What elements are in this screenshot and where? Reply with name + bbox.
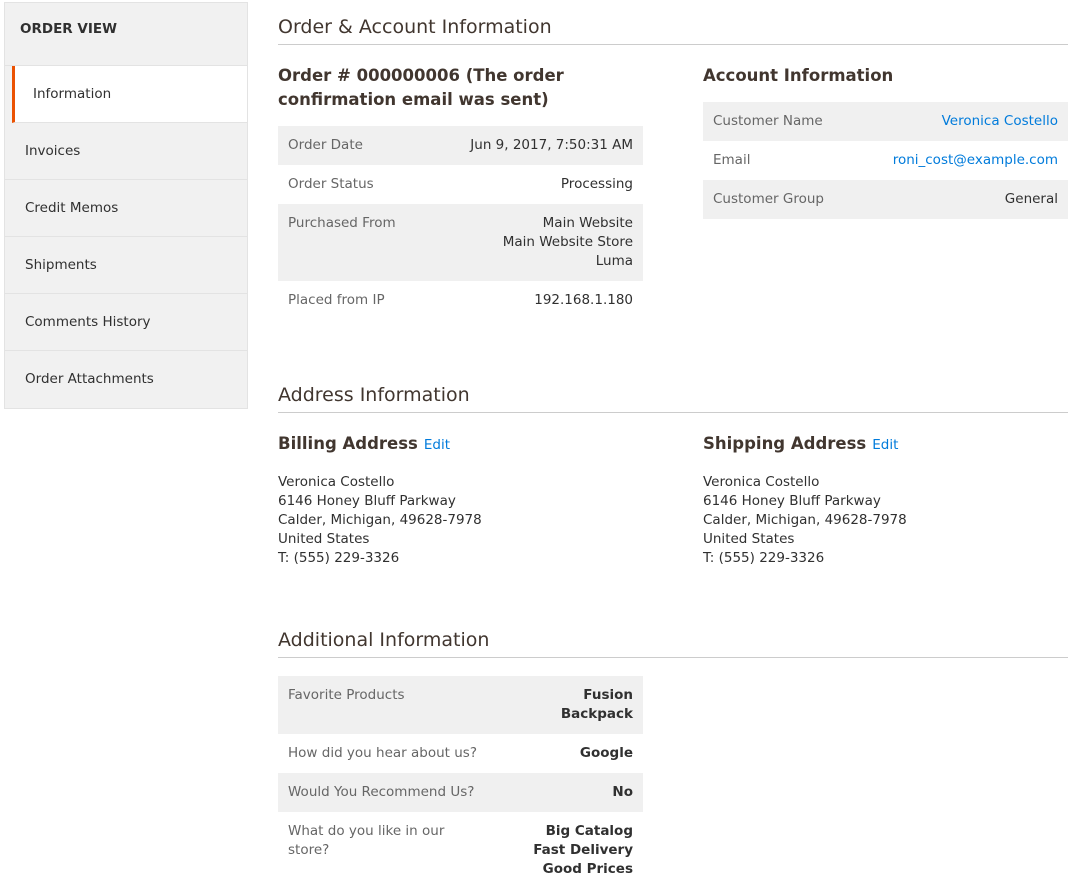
row-label: Placed from IP xyxy=(288,292,385,308)
value-line: Fast Delivery xyxy=(533,842,633,858)
order-view-sidebar: ORDER VIEW Information Invoices Credit M… xyxy=(4,2,248,409)
value-line: Main Website Store xyxy=(502,234,633,250)
sidebar-item-information[interactable]: Information xyxy=(12,66,247,123)
value-line: Luma xyxy=(595,253,633,269)
email-link[interactable]: roni_cost@example.com xyxy=(893,152,1058,168)
value-line: 192.168.1.180 xyxy=(534,292,633,308)
billing-heading: Billing Address xyxy=(278,434,418,453)
table-row: Customer Name Veronica Costello xyxy=(703,102,1068,141)
address-line: 6146 Honey Bluff Parkway xyxy=(703,493,881,509)
table-row: Favorite Products Fusion Backpack xyxy=(278,676,643,734)
address-line: Calder, Michigan, 49628-7978 xyxy=(703,512,907,528)
order-heading: Order # 000000006 (The order confirmatio… xyxy=(278,66,564,109)
value-line: Jun 9, 2017, 7:50:31 AM xyxy=(470,137,633,153)
row-value: Google xyxy=(498,734,643,773)
row-label: Order Status xyxy=(288,176,374,192)
row-value: Processing xyxy=(428,165,643,204)
sidebar-title: ORDER VIEW xyxy=(5,3,247,66)
edit-billing-link[interactable]: Edit xyxy=(424,437,450,453)
section-title-additional: Additional Information xyxy=(278,629,1068,658)
order-info-table: Order Date Jun 9, 2017, 7:50:31 AM Order S… xyxy=(278,126,643,320)
row-label: How did you hear about us? xyxy=(288,745,477,761)
customer-group-value: General xyxy=(1004,191,1058,207)
table-row: Placed from IP 192.168.1.180 xyxy=(278,281,643,320)
table-row: Would You Recommend Us? No xyxy=(278,773,643,812)
row-label: Favorite Products xyxy=(288,687,405,703)
address-line: T: (555) 229-3326 xyxy=(278,550,400,566)
shipping-heading: Shipping Address xyxy=(703,434,867,453)
row-value: Fusion Backpack xyxy=(498,676,643,734)
address-line: United States xyxy=(703,531,795,547)
row-label: Would You Recommend Us? xyxy=(288,784,475,800)
additional-info-table: Favorite Products Fusion Backpack How did … xyxy=(278,676,643,889)
address-line: T: (555) 229-3326 xyxy=(703,550,825,566)
value-line: Good Prices xyxy=(542,861,633,877)
section-title-address: Address Information xyxy=(278,384,1068,413)
value-line: Processing xyxy=(560,176,633,192)
address-line: Veronica Costello xyxy=(703,474,820,490)
sidebar-item-order-attachments[interactable]: Order Attachments xyxy=(5,351,247,408)
value-line: Main Website xyxy=(542,215,633,231)
sidebar-item-credit-memos[interactable]: Credit Memos xyxy=(5,180,247,237)
sidebar-item-invoices[interactable]: Invoices xyxy=(5,123,247,180)
account-heading: Account Information xyxy=(703,66,894,85)
row-label: What do you like in our store? xyxy=(288,823,445,858)
row-label: Order Date xyxy=(288,137,363,153)
row-value: Big Catalog Fast Delivery Good Prices xyxy=(498,812,643,889)
value-line: Big Catalog xyxy=(545,823,633,839)
table-row: Order Date Jun 9, 2017, 7:50:31 AM xyxy=(278,126,643,165)
customer-name-link[interactable]: Veronica Costello xyxy=(942,113,1058,129)
row-label: Customer Group xyxy=(713,191,824,207)
address-line: United States xyxy=(278,531,370,547)
value-line: No xyxy=(612,784,633,800)
value-line: Fusion Backpack xyxy=(560,687,633,722)
sidebar-item-shipments[interactable]: Shipments xyxy=(5,237,247,294)
table-row: Customer Group General xyxy=(703,180,1068,219)
row-label: Email xyxy=(713,152,751,168)
billing-address: Veronica Costello 6146 Honey Bluff Parkwa… xyxy=(278,473,643,568)
row-value: Main Website Main Website Store Luma xyxy=(428,204,643,281)
table-row: What do you like in our store? Big Catalo… xyxy=(278,812,643,889)
edit-shipping-link[interactable]: Edit xyxy=(872,437,898,453)
section-title-order-account: Order & Account Information xyxy=(278,16,1068,45)
row-value: No xyxy=(498,773,643,812)
value-line: Google xyxy=(579,745,633,761)
row-label: Purchased From xyxy=(288,215,396,231)
row-value: 192.168.1.180 xyxy=(428,281,643,320)
row-label: Customer Name xyxy=(713,113,823,129)
sidebar-item-comments-history[interactable]: Comments History xyxy=(5,294,247,351)
table-row: How did you hear about us? Google xyxy=(278,734,643,773)
shipping-address: Veronica Costello 6146 Honey Bluff Parkwa… xyxy=(703,473,1068,568)
table-row: Order Status Processing xyxy=(278,165,643,204)
table-row: Purchased From Main Website Main Website S… xyxy=(278,204,643,281)
address-line: Calder, Michigan, 49628-7978 xyxy=(278,512,482,528)
address-line: Veronica Costello xyxy=(278,474,395,490)
row-value: Jun 9, 2017, 7:50:31 AM xyxy=(428,126,643,165)
account-info-table: Customer Name Veronica Costello Email roni… xyxy=(703,102,1068,219)
table-row: Email roni_cost@example.com xyxy=(703,141,1068,180)
address-line: 6146 Honey Bluff Parkway xyxy=(278,493,456,509)
